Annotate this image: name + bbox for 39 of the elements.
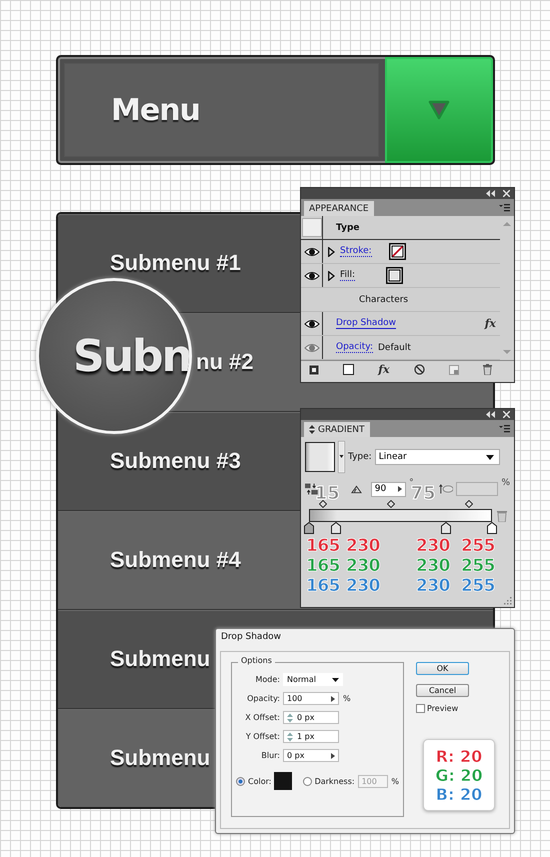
channel-value: 255 — [461, 556, 496, 576]
characters-label: Characters — [359, 294, 408, 304]
magnified-text: Subn — [73, 330, 189, 382]
checkbox-label: Preview — [427, 704, 458, 713]
channel-value: 255 — [461, 536, 496, 556]
unit-label: % — [391, 776, 399, 786]
field-label: Mode: — [254, 675, 280, 684]
channel-value: 230 — [346, 556, 381, 576]
type-label: Type: — [348, 452, 372, 462]
panel-title: GRADIENT — [318, 424, 365, 434]
opacity-value: Default — [378, 342, 411, 352]
fx-icon: fx — [484, 317, 496, 330]
color-value: G: 20 — [435, 766, 483, 784]
field-label: Blur: — [260, 751, 280, 760]
color-value: R: 20 — [436, 746, 482, 766]
menu-title: Menu — [111, 92, 200, 128]
channel-value: 230 — [416, 556, 451, 576]
channel-value: 230 — [416, 576, 451, 596]
channel-value: 230 — [346, 576, 381, 596]
radio-label: Darkness: — [314, 776, 355, 786]
radio-label: Color: — [248, 776, 272, 786]
callout-number: 15 — [314, 482, 340, 504]
channel-value: 230 — [346, 536, 381, 556]
color-value: B: 20 — [436, 784, 482, 804]
channel-value: 165 — [306, 576, 341, 596]
panel-title: APPEARANCE — [309, 204, 369, 214]
percent-sign: % — [501, 478, 510, 488]
field-label: Y Offset: — [244, 732, 280, 741]
channel-value: 230 — [416, 536, 451, 556]
channel-value: 255 — [461, 576, 496, 596]
field-label: X Offset: — [244, 713, 280, 722]
channel-value: 165 — [306, 536, 341, 556]
field-label: Opacity: — [246, 694, 280, 703]
dialog-title: Drop Shadow — [220, 631, 282, 644]
darkness-field: 100 — [358, 774, 388, 788]
group-title: Options — [238, 656, 275, 665]
object-type: Type — [336, 222, 360, 232]
unit-label: % — [343, 694, 351, 703]
channel-value: 165 — [306, 556, 341, 576]
